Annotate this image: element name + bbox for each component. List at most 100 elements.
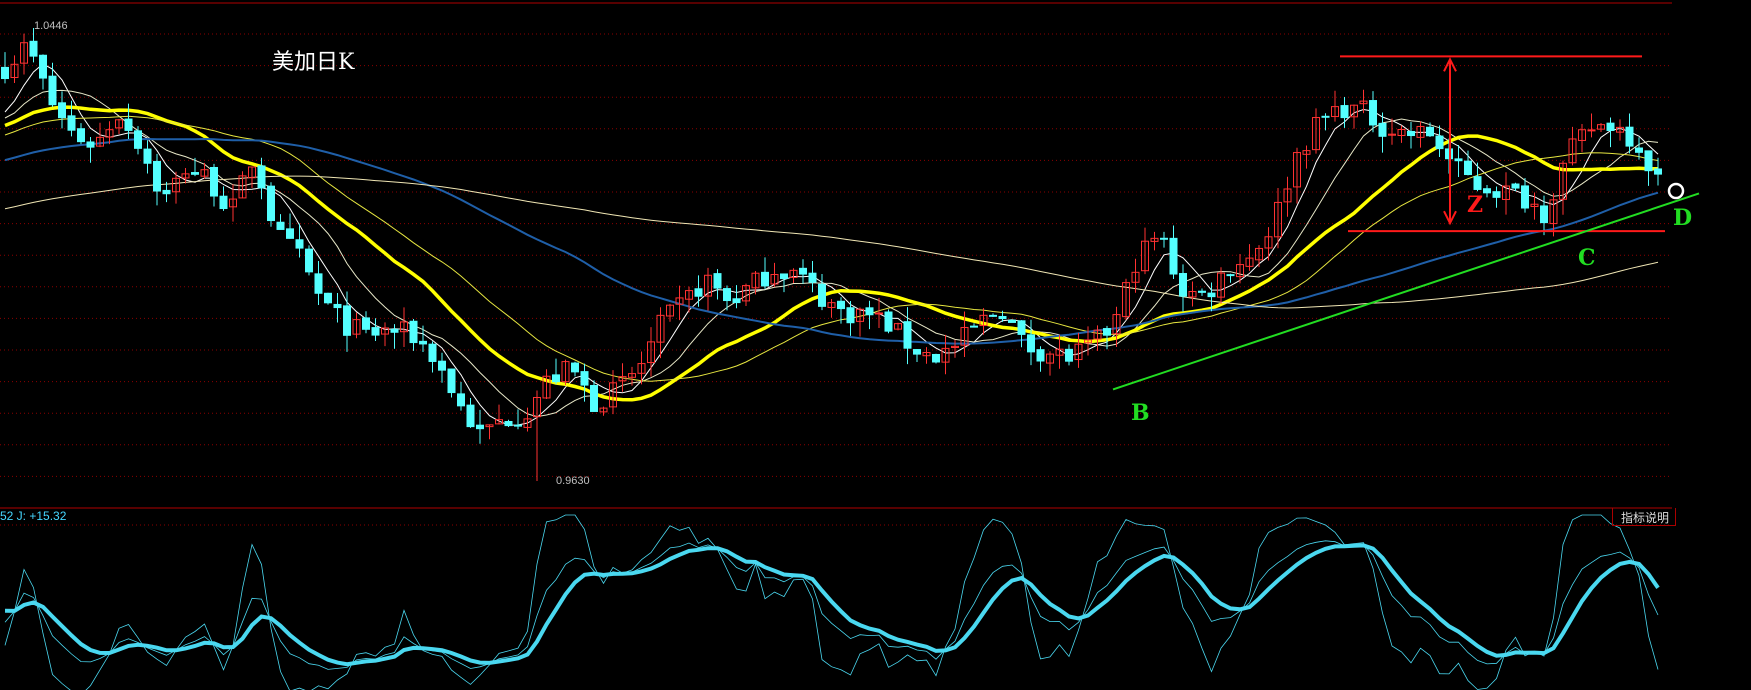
candle-down	[362, 317, 370, 330]
candle-down	[1625, 126, 1634, 147]
candle-down	[1207, 292, 1216, 298]
candle-down	[210, 166, 218, 197]
candle-down	[314, 273, 323, 294]
candle-down	[732, 298, 741, 304]
candle-down	[343, 305, 351, 336]
candle-down	[1407, 131, 1415, 137]
candle-down	[694, 288, 703, 297]
candle-down	[447, 368, 456, 394]
candle-down	[333, 303, 342, 309]
chart-title: 美加日K	[272, 50, 355, 75]
candle-down	[1540, 205, 1548, 224]
candle-down	[590, 384, 598, 412]
candle-down	[1, 66, 9, 80]
annotation-label-b: B	[1131, 400, 1150, 426]
candle-down	[808, 272, 817, 283]
candle-down	[77, 128, 85, 143]
candle-down	[504, 421, 513, 427]
annotation-label-d: D	[1673, 205, 1693, 231]
ma30-line	[4, 115, 1659, 382]
candle-down	[998, 316, 1007, 320]
marker-circle	[1667, 182, 1685, 200]
candle-down	[552, 374, 560, 383]
kdj-d-line	[4, 543, 1660, 667]
candle-down	[1435, 135, 1444, 150]
candle-down	[799, 267, 807, 275]
candle-down	[419, 340, 427, 345]
candle-down	[1198, 290, 1206, 293]
candle-down	[970, 325, 978, 328]
candle-down	[143, 148, 152, 164]
candle-down	[1321, 115, 1330, 118]
candle-down	[457, 393, 465, 407]
candle-down	[1340, 105, 1349, 119]
indicator-explanation-button[interactable]: 指标说明	[1612, 508, 1677, 526]
candle-down	[1065, 348, 1073, 362]
ma20-line	[4, 105, 1658, 402]
candle-down	[846, 307, 855, 324]
candle-down	[438, 360, 446, 371]
candle-down	[86, 141, 95, 148]
candle-down	[1521, 185, 1529, 209]
candle-down	[305, 248, 313, 273]
candle-down	[153, 160, 161, 192]
candle-down	[134, 130, 142, 149]
candle-down	[818, 283, 826, 307]
candle-down	[913, 349, 921, 355]
candle-down	[390, 328, 399, 333]
candle-down	[865, 307, 874, 316]
candle-down	[295, 239, 304, 249]
candle-down	[713, 273, 722, 289]
candle-down	[1635, 147, 1643, 153]
candle-down	[1378, 122, 1387, 137]
candle-down	[514, 424, 522, 427]
candle-down	[932, 353, 940, 363]
candlestick-chart	[0, 2, 1700, 690]
candle-down	[286, 228, 294, 239]
min-price-label: 0.9630	[556, 475, 590, 487]
candle-down	[580, 371, 589, 386]
candle-up	[875, 312, 883, 315]
candle-down	[276, 221, 285, 230]
candle-down	[124, 118, 133, 131]
candle-down	[1369, 100, 1377, 126]
candle-down	[723, 288, 731, 302]
candle-down	[989, 314, 997, 317]
candle-down	[324, 292, 332, 304]
candle-down	[1426, 126, 1434, 137]
candle-down	[1464, 160, 1472, 176]
ma5-line	[4, 63, 1659, 426]
candle-down	[1492, 191, 1501, 198]
candle-up	[1587, 129, 1596, 132]
candle-down	[1454, 158, 1463, 162]
kdj-k-line	[4, 540, 1659, 670]
candle-down	[466, 404, 475, 428]
candle-down	[219, 195, 228, 210]
ma120-line	[4, 175, 1659, 309]
candle-down	[903, 321, 912, 349]
candle-down	[257, 165, 266, 189]
candle-down	[1160, 237, 1168, 240]
candle-down	[837, 300, 845, 310]
max-price-label: 1.0446	[34, 20, 68, 32]
candle-down	[1654, 168, 1662, 175]
candle-down	[1226, 274, 1235, 277]
candle-down	[1606, 122, 1615, 131]
candle-down	[267, 185, 275, 222]
annotation-label-z: Z	[1467, 192, 1484, 218]
candle-down	[780, 273, 788, 280]
candle-down	[39, 54, 47, 79]
candle-down	[476, 424, 484, 430]
candle-down	[409, 320, 418, 344]
annotation-label-c: C	[1578, 245, 1596, 271]
candle-down	[58, 102, 66, 119]
candle-down	[1008, 319, 1016, 323]
candle-down	[1017, 320, 1026, 335]
candle-down	[48, 75, 57, 106]
kdj-indicator-readout: 52 J: +15.32	[0, 509, 67, 523]
candle-down	[371, 327, 380, 336]
candle-down	[1483, 188, 1491, 194]
candle-down	[191, 172, 199, 175]
candle-down	[1511, 183, 1520, 189]
candle-down	[1027, 334, 1035, 353]
